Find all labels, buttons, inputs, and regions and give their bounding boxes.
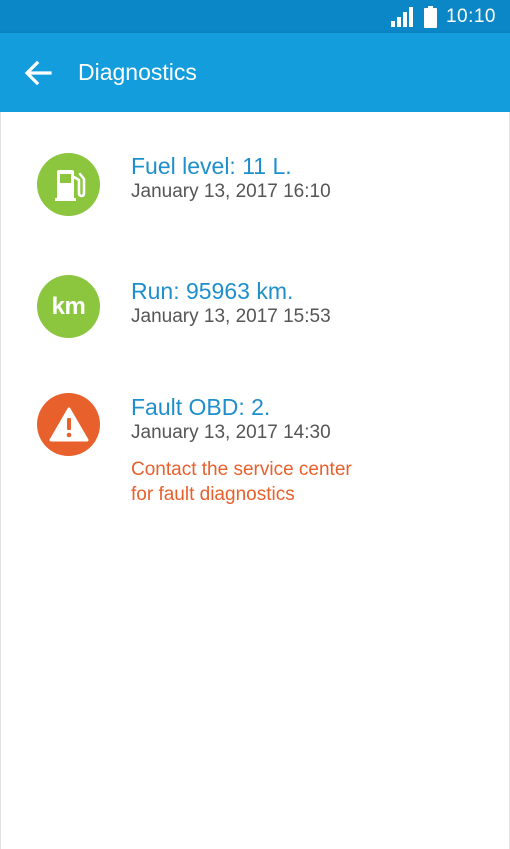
item-title: Fuel level: 11 L.	[131, 153, 292, 179]
warning-icon	[37, 393, 100, 456]
item-date: January 13, 2017 14:30	[131, 422, 331, 443]
status-bar: 10:10	[0, 0, 510, 33]
battery-icon	[423, 5, 437, 28]
app-bar: Diagnostics	[0, 33, 510, 112]
status-time: 10:10	[445, 5, 496, 27]
warning-line-1: Contact the service center	[131, 459, 352, 480]
item-date: January 13, 2017 16:10	[131, 181, 331, 202]
fuel-pump-icon	[37, 153, 100, 216]
item-title: Fault OBD: 2.	[131, 394, 271, 420]
warning-line-2: for fault diagnostics	[131, 484, 295, 505]
diagnostics-list: Fuel level: 11 L. January 13, 2017 16:10…	[0, 112, 510, 849]
status-indicators: 10:10	[390, 0, 496, 33]
back-button[interactable]	[18, 53, 58, 93]
signal-icon	[390, 6, 413, 27]
km-icon: km	[37, 275, 100, 338]
item-text: Fuel level: 11 L. January 13, 2017 16:10	[131, 152, 331, 204]
km-icon-label: km	[51, 292, 86, 320]
item-title: Run: 95963 km.	[131, 278, 294, 304]
item-date: January 13, 2017 15:53	[131, 306, 331, 327]
item-text: Fault OBD: 2. January 13, 2017 14:30 Con…	[131, 393, 352, 507]
page-title: Diagnostics	[78, 59, 197, 85]
arrow-left-icon	[24, 60, 52, 86]
item-text: Run: 95963 km. January 13, 2017 15:53	[131, 277, 331, 329]
warning-message: Contact the service center for fault dia…	[131, 457, 352, 507]
